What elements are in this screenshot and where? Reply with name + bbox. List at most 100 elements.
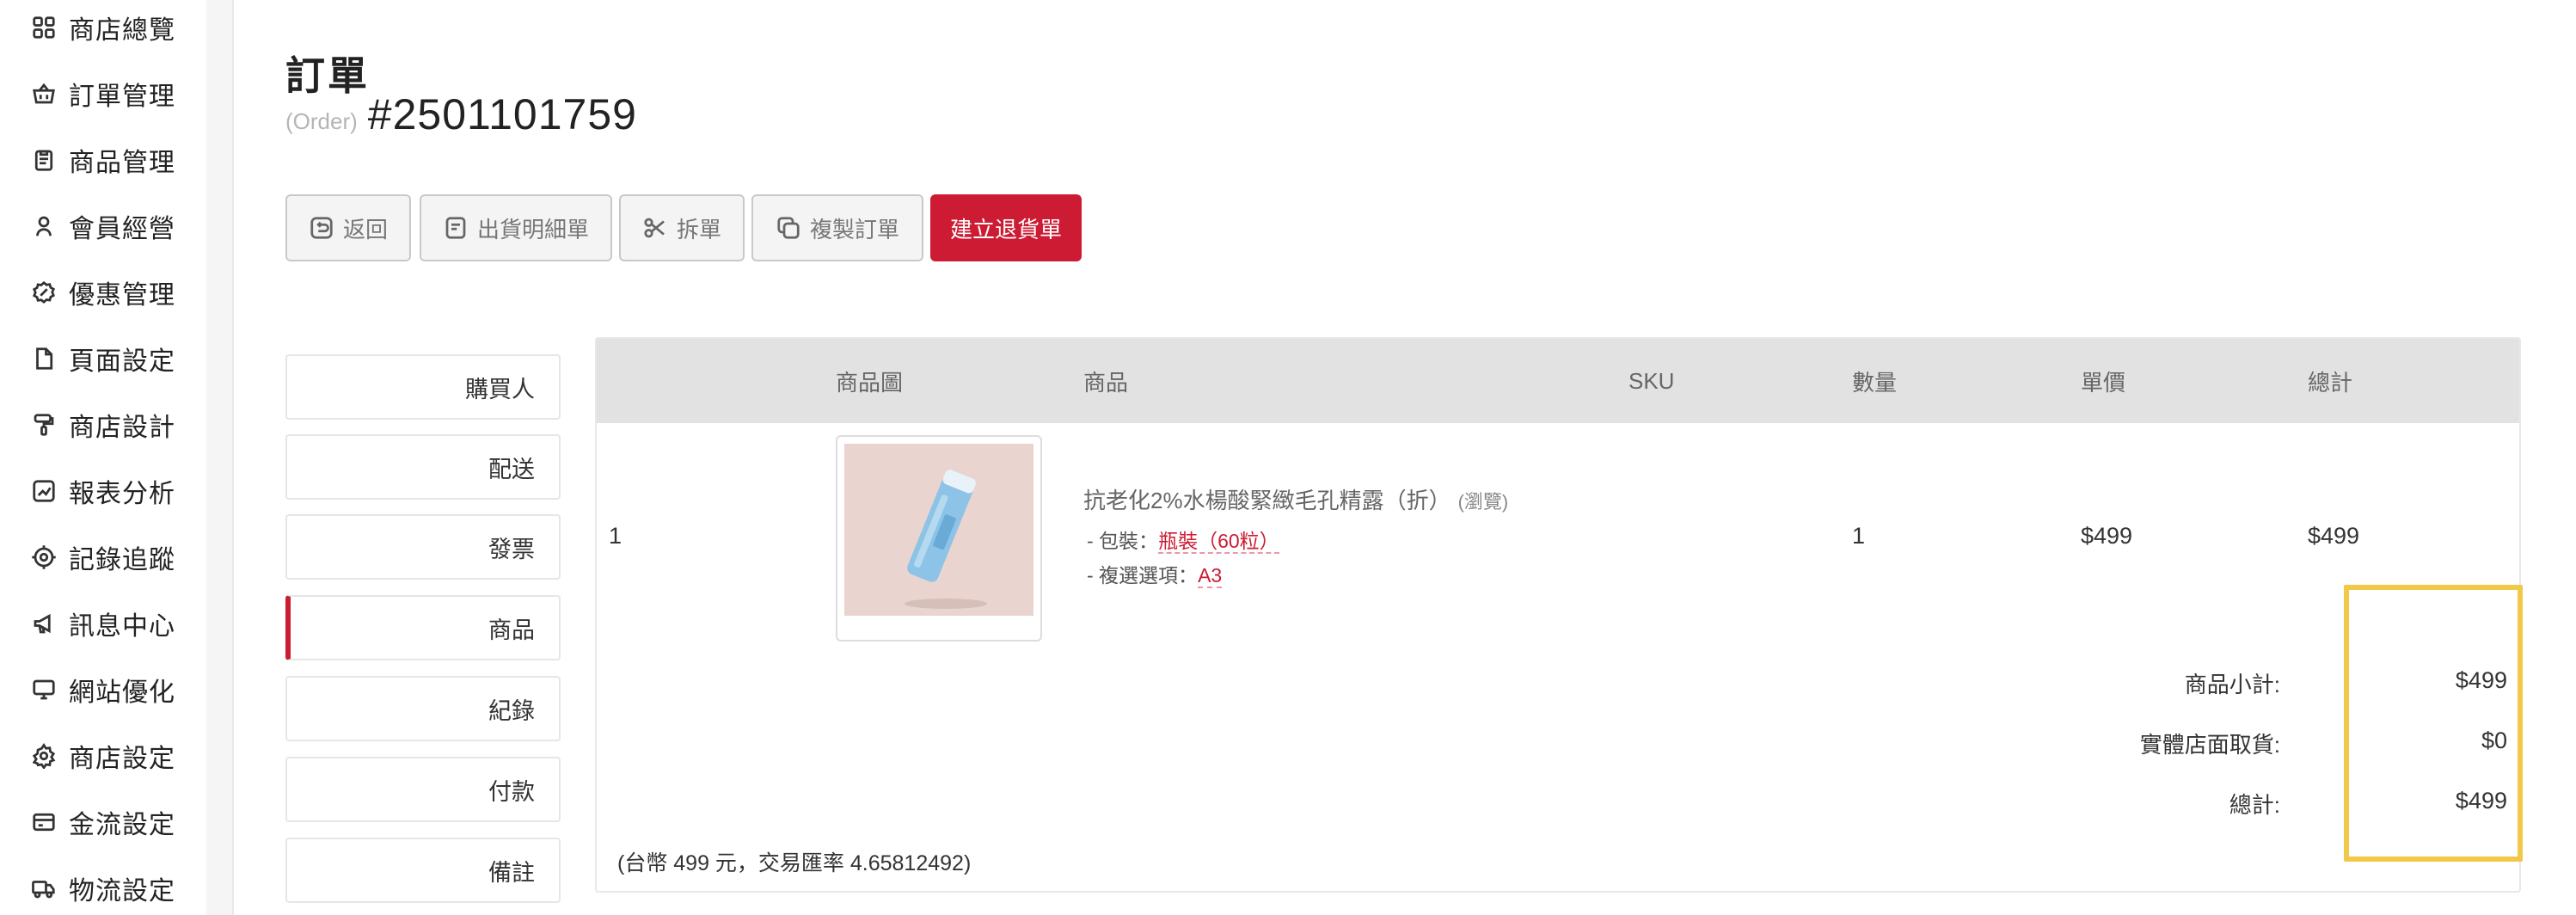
- sidebar-item-label: 訂單管理: [69, 83, 175, 111]
- app-root: 商店總覽 訂單管理 商品管理 會員經營 優惠管理 頁面設定 商店設計 報表分析: [0, 0, 2576, 915]
- create-return-button[interactable]: 建立退貨單: [930, 194, 1082, 261]
- copy-order-button[interactable]: 複製訂單: [751, 194, 923, 261]
- sidebar-item-orders[interactable]: 訂單管理: [31, 68, 203, 120]
- sidebar-item-label: 商店設計: [69, 414, 175, 442]
- sidebar-item-label: 物流設定: [69, 877, 175, 906]
- option-label: - 包裝：: [1087, 530, 1159, 552]
- brush-icon: [31, 412, 57, 438]
- tab-payment[interactable]: 付款: [285, 757, 561, 822]
- row-unit-price: $499: [2081, 523, 2133, 549]
- tab-label: 商品: [488, 617, 535, 643]
- split-order-button-label: 拆單: [676, 216, 721, 243]
- product-name-line: 抗老化2%水楊酸緊緻毛孔精露（折） (瀏覽): [1083, 483, 1508, 515]
- basket-icon: [31, 81, 57, 107]
- grid-icon: [31, 15, 57, 40]
- tab-label: 配送: [488, 456, 535, 482]
- tab-label: 備註: [488, 859, 535, 886]
- option-value[interactable]: 瓶裝（60粒）: [1158, 530, 1279, 554]
- tab-label: 紀錄: [488, 697, 535, 724]
- create-return-button-label: 建立退貨單: [949, 216, 1062, 243]
- copy-icon: [776, 215, 801, 241]
- card-icon: [31, 809, 57, 835]
- sidebar-item-products[interactable]: 商品管理: [31, 134, 203, 186]
- column-header-unit-price: 單價: [2081, 369, 2126, 396]
- product-thumbnail[interactable]: [836, 435, 1042, 642]
- product-table: 商品圖 商品 SKU 數量 單價 總計 1 抗老化2%水楊酸緊緻毛孔精露（折） …: [595, 337, 2521, 893]
- row-index: 1: [609, 523, 623, 549]
- gear-icon: [31, 743, 57, 771]
- badge-icon: [31, 279, 57, 305]
- sidebar-item-label: 頁面設定: [69, 347, 175, 376]
- sidebar-item-pages[interactable]: 頁面設定: [31, 333, 203, 384]
- tab-delivery[interactable]: 配送: [285, 434, 561, 500]
- summary-total-label: 總計:: [2229, 792, 2280, 818]
- sidebar-item-logistics[interactable]: 物流設定: [31, 863, 203, 914]
- sidebar-item-label: 商店設定: [69, 745, 175, 773]
- scissors-icon: [642, 215, 668, 241]
- sidebar-item-label: 金流設定: [69, 811, 175, 839]
- order-prefix: (Order): [285, 108, 358, 134]
- sidebar: 商店總覽 訂單管理 商品管理 會員經營 優惠管理 頁面設定 商店設計 報表分析: [0, 0, 206, 915]
- sidebar-item-members[interactable]: 會員經營: [31, 200, 203, 252]
- target-icon: [31, 544, 57, 570]
- column-header-product: 商品: [1083, 369, 1129, 396]
- sidebar-item-label: 報表分析: [69, 480, 175, 508]
- option-label: - 複選選項：: [1087, 564, 1199, 586]
- back-button-label: 返回: [342, 216, 388, 243]
- sidebar-item-label: 優惠管理: [69, 281, 175, 310]
- sidebar-item-label: 會員經營: [69, 215, 175, 243]
- product-option-multi: - 複選選項：A3: [1087, 559, 1223, 588]
- sidebar-divider: [206, 0, 234, 915]
- column-header-sku: SKU: [1628, 367, 1675, 394]
- chart-icon: [31, 478, 57, 504]
- summary-subtotal-value: $499: [2455, 667, 2507, 693]
- sidebar-item-label: 訊息中心: [69, 612, 175, 641]
- sidebar-item-messages[interactable]: 訊息中心: [31, 598, 203, 649]
- row-qty: 1: [1852, 523, 1866, 549]
- summary-pickup-label: 實體店面取貨:: [2139, 732, 2280, 758]
- tab-label: 發票: [488, 536, 535, 562]
- sidebar-item-payment[interactable]: 金流設定: [31, 796, 203, 848]
- sidebar-item-label: 記錄追蹤: [69, 546, 175, 574]
- tab-invoice[interactable]: 發票: [285, 514, 561, 580]
- sidebar-item-reports[interactable]: 報表分析: [31, 465, 203, 517]
- sidebar-item-promotions[interactable]: 優惠管理: [31, 267, 203, 318]
- copy-order-button-label: 複製訂單: [809, 216, 899, 243]
- tab-label: 購買人: [465, 376, 535, 402]
- tab-buyer[interactable]: 購買人: [285, 354, 561, 420]
- product-name[interactable]: 抗老化2%水楊酸緊緻毛孔精露（折）: [1083, 488, 1451, 513]
- page-icon: [31, 346, 57, 372]
- user-icon: [31, 213, 57, 239]
- back-button[interactable]: 返回: [285, 194, 411, 261]
- tab-notes[interactable]: 備註: [285, 838, 561, 903]
- tab-products[interactable]: 商品: [285, 595, 561, 660]
- product-bottle-image: [844, 444, 1033, 616]
- sidebar-item-tracking[interactable]: 記錄追蹤: [31, 531, 203, 583]
- monitor-icon: [31, 677, 57, 703]
- megaphone-icon: [31, 611, 57, 636]
- table-header: 商品圖 商品 SKU 數量 單價 總計: [597, 339, 2519, 423]
- sidebar-item-store-overview[interactable]: 商店總覽: [31, 2, 203, 53]
- return-icon: [309, 215, 334, 241]
- sidebar-item-design[interactable]: 商店設計: [31, 399, 203, 451]
- tab-records[interactable]: 紀錄: [285, 676, 561, 741]
- sidebar-item-seo[interactable]: 網站優化: [31, 664, 203, 715]
- column-header-qty: 數量: [1852, 369, 1898, 396]
- order-number: #2501101759: [367, 90, 637, 138]
- summary-total-value: $499: [2455, 788, 2507, 814]
- shipping-detail-button-label: 出貨明細單: [476, 216, 589, 243]
- truck-icon: [31, 875, 57, 901]
- sidebar-item-store-settings[interactable]: 商店設定: [31, 730, 203, 782]
- sidebar-item-label: 網站優化: [69, 679, 175, 707]
- column-header-total: 總計: [2308, 369, 2353, 396]
- summary-subtotal-label: 商品小計:: [2184, 672, 2280, 697]
- shipping-detail-button[interactable]: 出貨明細單: [420, 194, 612, 261]
- tab-label: 付款: [488, 778, 535, 805]
- product-option-packaging: - 包裝：瓶裝（60粒）: [1087, 525, 1279, 554]
- option-value[interactable]: A3: [1198, 564, 1223, 588]
- split-order-button[interactable]: 拆單: [619, 194, 745, 261]
- product-view-note[interactable]: (瀏覽): [1458, 491, 1509, 513]
- order-id-line: (Order) #2501101759: [285, 89, 637, 139]
- column-header-image: 商品圖: [836, 369, 904, 396]
- summary-pickup-value: $0: [2481, 728, 2507, 753]
